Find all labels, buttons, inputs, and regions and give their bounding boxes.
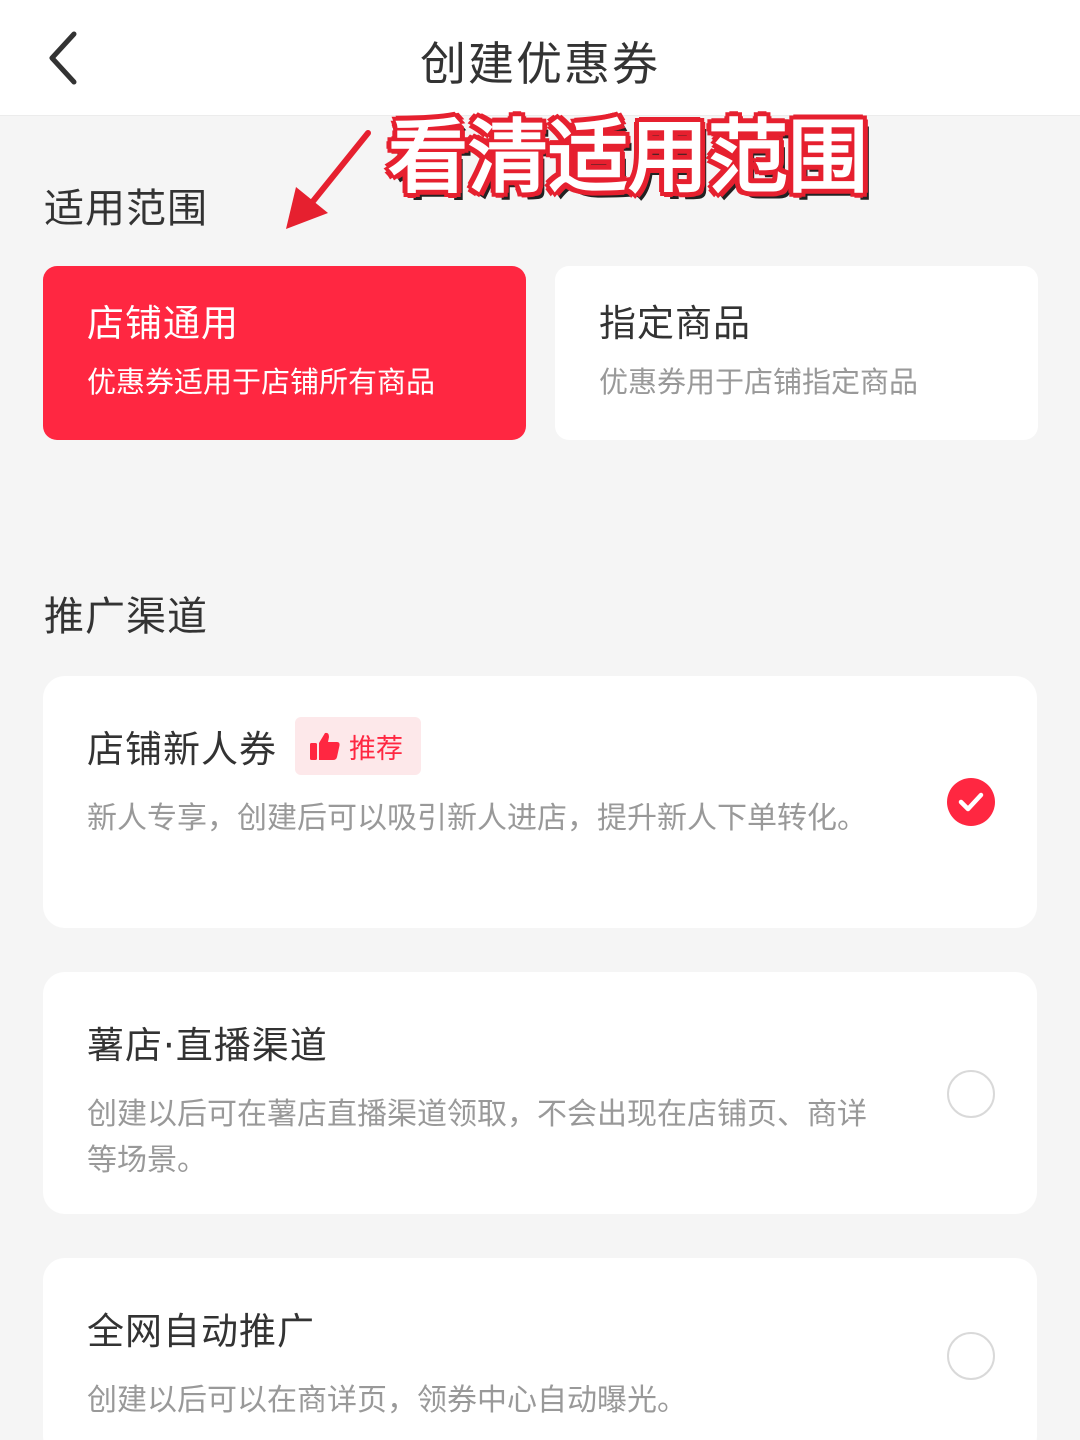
recommend-badge: 推荐 (295, 717, 421, 775)
annotation-text: 看清适用范围 (388, 111, 868, 204)
channel-option-new-customer[interactable]: 店铺新人券 推荐 新人专享，创建后可以吸引新人进店，提升新人下单转化。 (43, 676, 1037, 928)
channel-radio-checked[interactable] (947, 778, 995, 826)
nav-bar: 创建优惠券 (0, 0, 1080, 116)
channel-option-header: 全网自动推广 (87, 1298, 993, 1358)
channel-section-title: 推广渠道 (44, 594, 208, 640)
channel-option-desc: 新人专享，创建后可以吸引新人进店，提升新人下单转化。 (87, 801, 867, 836)
scope-section-title: 适用范围 (44, 186, 208, 232)
page-title: 创建优惠券 (420, 37, 660, 91)
create-coupon-page: 创建优惠券 看清适用范围 适用范围 店铺通用 优惠券适用于店铺所有商品 指定商品… (0, 0, 1080, 1440)
scope-option-title: 店铺通用 (87, 302, 239, 345)
channel-option-title: 全网自动推广 (87, 1310, 315, 1353)
channel-radio-unchecked[interactable] (947, 1332, 995, 1380)
thumbs-up-icon (310, 732, 340, 760)
check-icon (958, 792, 984, 812)
annotation-arrow-icon (286, 130, 371, 229)
recommend-badge-label: 推荐 (349, 733, 403, 765)
scope-option-store-wide[interactable]: 店铺通用 优惠券适用于店铺所有商品 (43, 266, 526, 440)
channel-option-live-stream[interactable]: 薯店·直播渠道 创建以后可在薯店直播渠道领取，不会出现在店铺页、商详等场景。 (43, 972, 1037, 1214)
scope-option-desc: 优惠券适用于店铺所有商品 (87, 365, 436, 399)
channel-option-header: 薯店·直播渠道 (87, 1012, 993, 1072)
channel-option-header: 店铺新人券 推荐 (87, 716, 993, 776)
scope-option-title: 指定商品 (599, 302, 751, 345)
scope-option-desc: 优惠券用于店铺指定商品 (599, 365, 919, 399)
channel-option-title: 薯店·直播渠道 (87, 1024, 328, 1067)
channel-option-desc: 创建以后可以在商详页，领券中心自动曝光。 (87, 1383, 687, 1418)
channel-radio-unchecked[interactable] (947, 1070, 995, 1118)
channel-option-desc: 创建以后可在薯店直播渠道领取，不会出现在店铺页、商详等场景。 (87, 1097, 867, 1178)
channel-option-auto-promotion[interactable]: 全网自动推广 创建以后可以在商详页，领券中心自动曝光。 (43, 1258, 1037, 1440)
channel-option-title: 店铺新人券 (87, 728, 277, 771)
scope-option-specific-products[interactable]: 指定商品 优惠券用于店铺指定商品 (555, 266, 1038, 440)
